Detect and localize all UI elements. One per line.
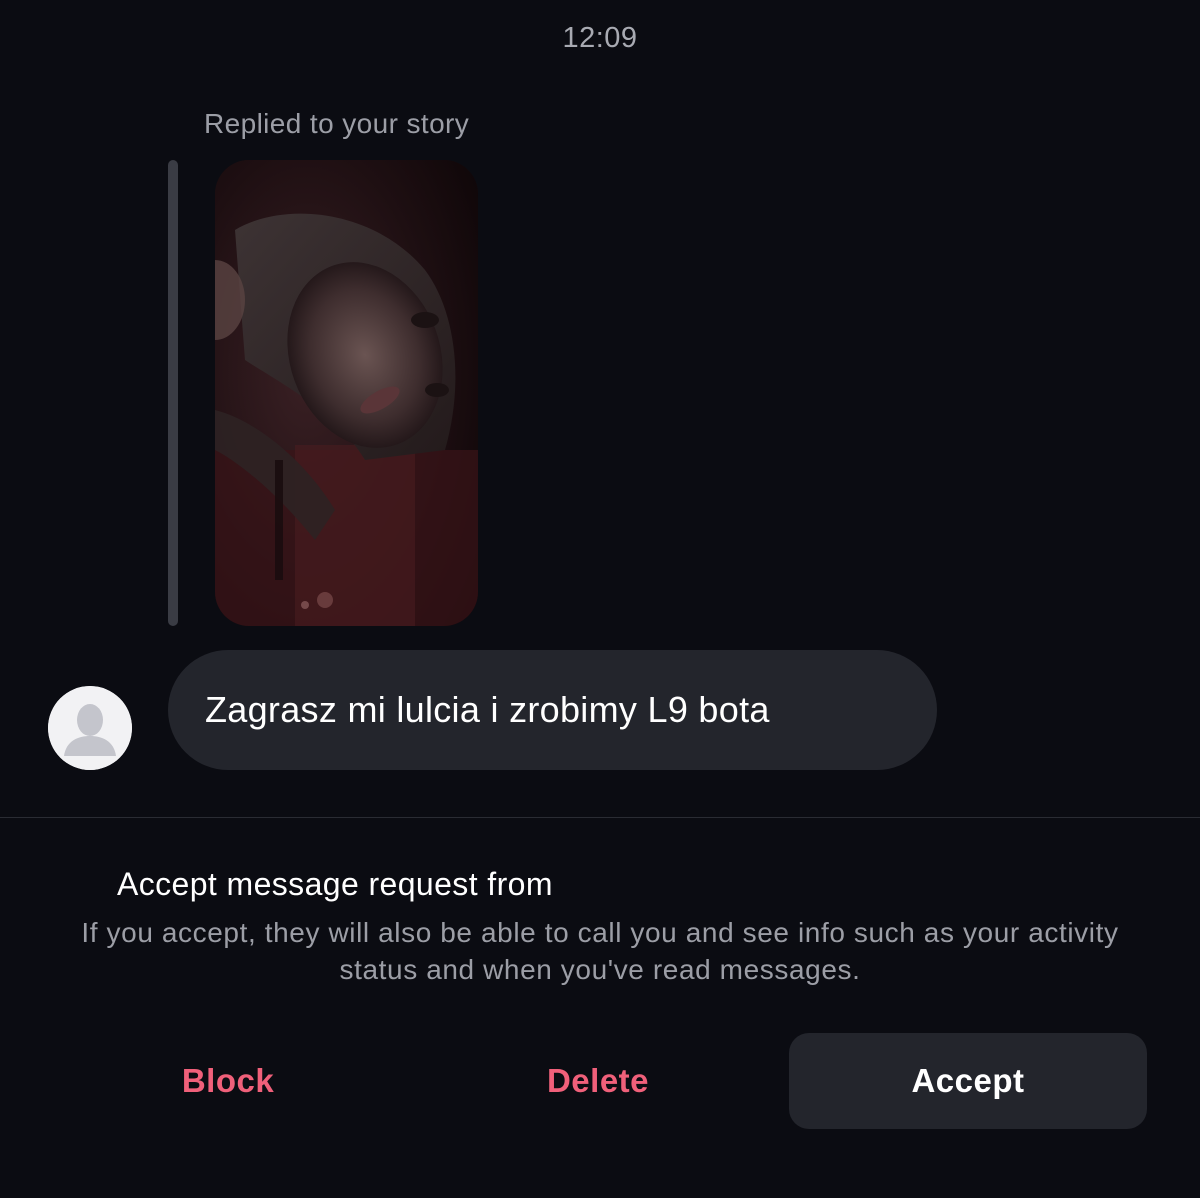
message-timestamp: 12:09: [562, 22, 638, 54]
request-actions: Block Delete Accept: [0, 1033, 1200, 1129]
section-divider: [0, 817, 1200, 818]
request-info-text: If you accept, they will also be able to…: [81, 917, 1119, 985]
block-button[interactable]: Block: [48, 1033, 408, 1129]
default-user-avatar-icon: [48, 686, 132, 770]
delete-button[interactable]: Delete: [418, 1033, 778, 1129]
message-request-screen: 12:09 Replied to your story Zagrasz mi l…: [0, 0, 1200, 1198]
request-title: Accept message request from: [117, 866, 553, 902]
story-photo-image: [215, 160, 478, 626]
message-row: Zagrasz mi lulcia i zrobimy L9 bota: [0, 650, 1200, 770]
accept-button[interactable]: Accept: [789, 1033, 1147, 1129]
message-bubble[interactable]: Zagrasz mi lulcia i zrobimy L9 bota: [168, 650, 937, 770]
sender-avatar[interactable]: [48, 686, 132, 770]
story-reply-caption: Replied to your story: [204, 108, 470, 139]
story-reply-bar: [168, 160, 178, 626]
story-thumbnail[interactable]: [215, 160, 478, 626]
